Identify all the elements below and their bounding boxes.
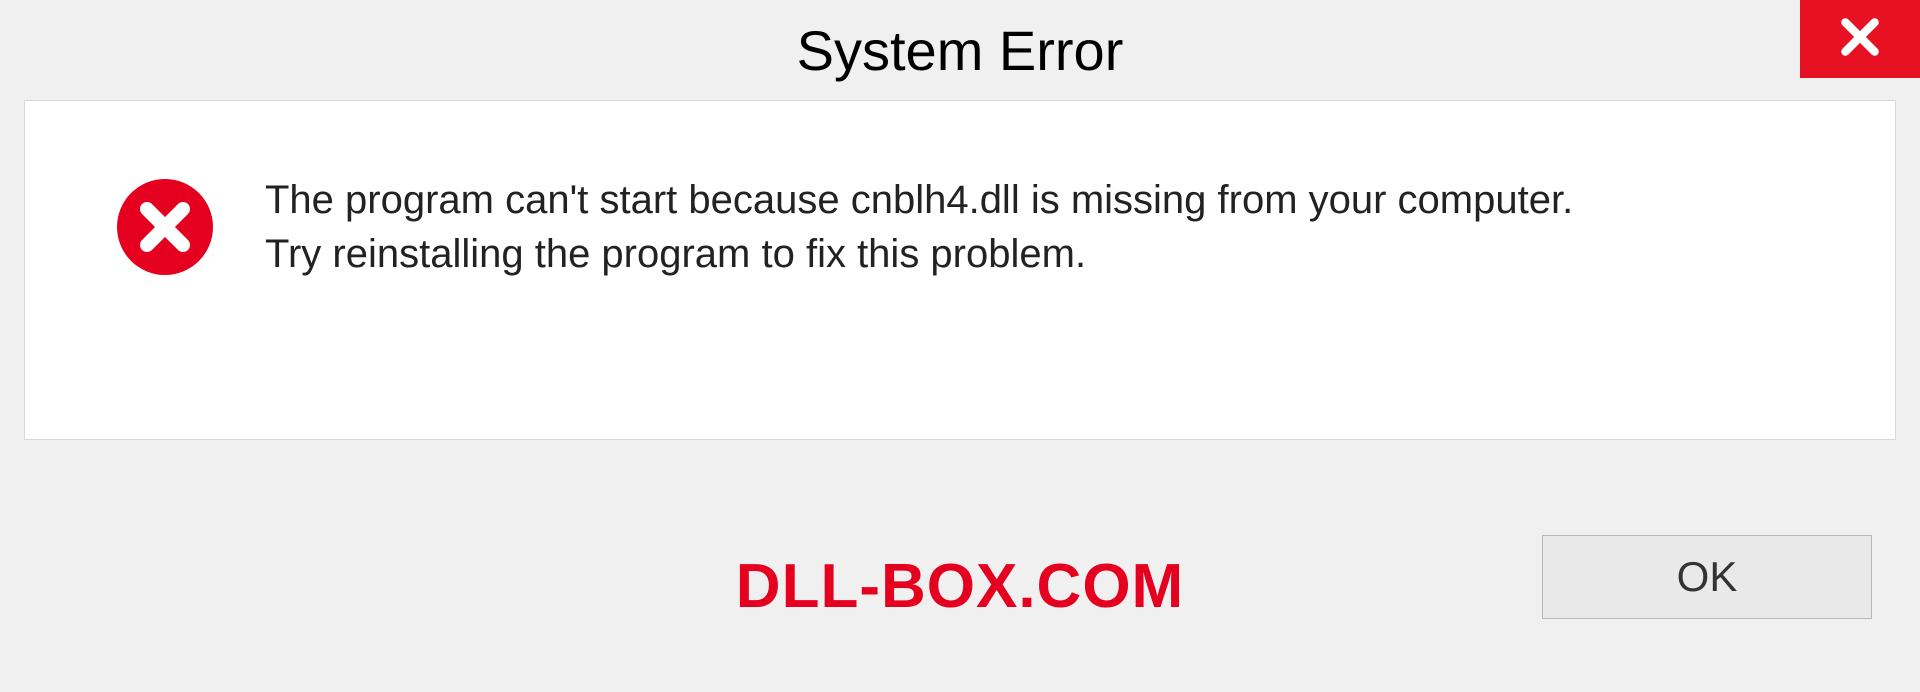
error-dialog-window: System Error The program can't start bec… [0, 0, 1920, 692]
error-message-line2: Try reinstalling the program to fix this… [265, 232, 1086, 276]
error-icon [115, 177, 215, 277]
error-message-line1: The program can't start because cnblh4.d… [265, 178, 1573, 222]
watermark-text: DLL-BOX.COM [736, 551, 1184, 622]
close-button[interactable] [1800, 0, 1920, 78]
titlebar: System Error [0, 0, 1920, 100]
close-icon [1838, 15, 1882, 64]
window-title: System Error [797, 18, 1124, 83]
footer: DLL-BOX.COM OK [0, 462, 1920, 692]
ok-button[interactable]: OK [1542, 535, 1872, 619]
content-panel: The program can't start because cnblh4.d… [24, 100, 1896, 440]
error-message: The program can't start because cnblh4.d… [265, 171, 1573, 281]
